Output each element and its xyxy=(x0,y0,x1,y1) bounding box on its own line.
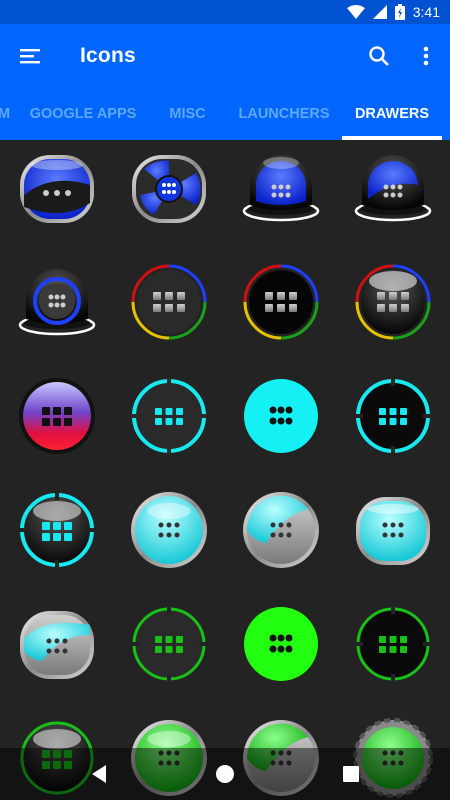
tab-bar: M GOOGLE APPS MISC LAUNCHERS DRAWERS xyxy=(0,90,450,140)
tab-drawers[interactable]: DRAWERS xyxy=(342,90,442,140)
battery-icon xyxy=(394,4,405,20)
navigation-bar xyxy=(0,748,450,800)
back-icon[interactable] xyxy=(86,760,114,788)
drawer-icon-10[interactable] xyxy=(124,371,214,461)
page-title: Icons xyxy=(80,44,136,67)
drawer-icon-1[interactable] xyxy=(12,143,102,233)
drawer-icon-17[interactable] xyxy=(12,599,102,689)
drawer-icon-7[interactable] xyxy=(236,257,326,347)
recents-icon[interactable] xyxy=(337,760,365,788)
status-time: 3:41 xyxy=(412,4,440,20)
tab-google-apps[interactable]: GOOGLE APPS xyxy=(28,90,138,140)
status-icons xyxy=(346,4,405,20)
signal-icon xyxy=(372,5,387,19)
tab-misc[interactable]: MISC xyxy=(160,90,215,140)
tab-m[interactable]: M xyxy=(0,90,14,140)
drawer-icon-13[interactable] xyxy=(12,485,102,575)
icon-grid xyxy=(0,140,450,800)
drawer-icon-2[interactable] xyxy=(124,143,214,233)
drawer-icon-15[interactable] xyxy=(236,485,326,575)
drawer-icon-3[interactable] xyxy=(236,143,326,233)
status-bar: 3:41 xyxy=(0,0,450,24)
wifi-icon xyxy=(346,5,365,19)
drawer-icon-6[interactable] xyxy=(124,257,214,347)
drawer-icon-5[interactable] xyxy=(12,257,102,347)
drawer-icon-9[interactable] xyxy=(12,371,102,461)
tab-launchers[interactable]: LAUNCHERS xyxy=(236,90,332,140)
drawer-icon-4[interactable] xyxy=(348,143,438,233)
search-icon[interactable] xyxy=(367,44,391,68)
drawer-icon-14[interactable] xyxy=(124,485,214,575)
hamburger-menu-icon[interactable] xyxy=(18,44,42,68)
app-bar: Icons xyxy=(0,24,450,90)
drawer-icon-16[interactable] xyxy=(348,485,438,575)
drawer-icon-8[interactable] xyxy=(348,257,438,347)
home-icon[interactable] xyxy=(211,760,239,788)
more-vert-icon[interactable] xyxy=(416,44,436,68)
drawer-icon-11[interactable] xyxy=(236,371,326,461)
drawer-icon-18[interactable] xyxy=(124,599,214,689)
drawer-icon-19[interactable] xyxy=(236,599,326,689)
drawer-icon-20[interactable] xyxy=(348,599,438,689)
drawer-icon-12[interactable] xyxy=(348,371,438,461)
